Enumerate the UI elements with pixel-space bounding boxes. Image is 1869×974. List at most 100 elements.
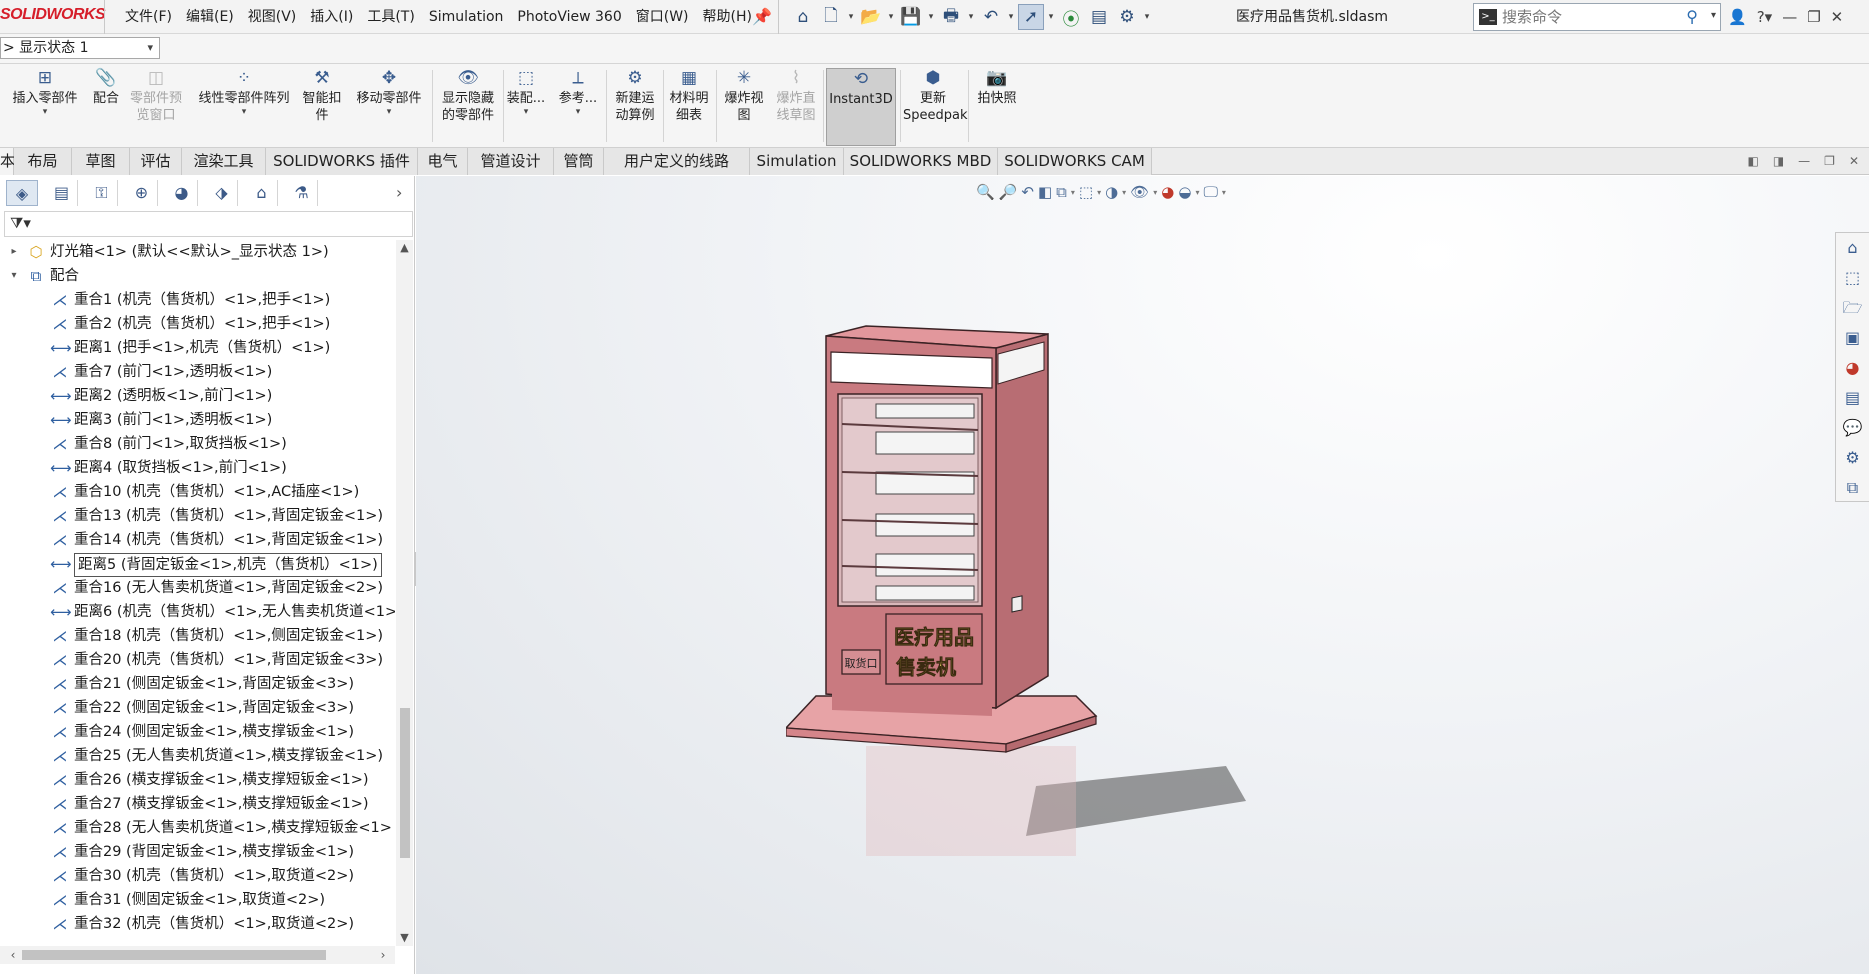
solidworks-logo[interactable]: SOLIDWORKS <box>0 6 106 28</box>
chevron-down-icon[interactable]: ▾ <box>1046 12 1056 22</box>
edit-appearance-icon[interactable]: ◕ <box>1161 183 1174 201</box>
chevron-down-icon[interactable]: ▾ <box>556 107 600 117</box>
dimxpert-tab-icon[interactable]: ⊕ <box>126 180 158 206</box>
update-speedpak-button[interactable]: ⬢ 更新Speedpak <box>902 68 968 146</box>
section-view-icon[interactable]: ◧ <box>1038 183 1052 201</box>
scroll-thumb[interactable] <box>400 708 410 858</box>
chevron-down-icon[interactable]: ▾ <box>1222 188 1226 197</box>
mate-button[interactable]: 📎 配合 <box>86 68 126 146</box>
tab-solidworks-cam[interactable]: SOLIDWORKS CAM <box>998 148 1152 175</box>
search-icon[interactable]: ⚲ <box>1686 7 1698 26</box>
restore-icon[interactable]: ❐ <box>1824 154 1835 168</box>
tab-solidworks-mbd[interactable]: SOLIDWORKS MBD <box>844 148 998 175</box>
chevron-down-icon[interactable]: ▾ <box>1195 188 1199 197</box>
chevron-down-icon[interactable]: ▾ <box>1711 10 1716 21</box>
expand-arrow-icon[interactable]: ▸ <box>8 240 20 264</box>
open-folder-icon[interactable]: 📂 <box>858 4 884 30</box>
chevron-down-icon[interactable]: ▾ <box>846 12 856 22</box>
tab-user-defined-routing[interactable]: 用户定义的线路 <box>604 148 750 175</box>
save-icon[interactable]: 💾 <box>898 4 924 30</box>
component-preview-button[interactable]: ◫ 零部件预览窗口 <box>126 68 186 146</box>
file-properties-icon[interactable]: ▤ <box>1086 4 1112 30</box>
move-component-button[interactable]: ✥ 移动零部件 ▾ <box>350 68 428 146</box>
exploded-view-button[interactable]: ✳ 爆炸视图 <box>720 68 768 146</box>
file-explorer-icon[interactable]: 🗁 <box>1836 293 1869 323</box>
menu-file[interactable]: 文件(F) <box>118 0 179 34</box>
chevron-down-icon[interactable]: ▾ <box>1122 188 1126 197</box>
tab-layout[interactable]: 布局 <box>14 148 72 175</box>
configuration-manager-tab-icon[interactable]: ⚿ <box>86 180 118 206</box>
chevron-down-icon[interactable]: ▾ <box>1097 188 1101 197</box>
filter-icon[interactable]: ⧩▾ <box>10 214 31 232</box>
cam-tools-tab-icon[interactable]: ⚗ <box>286 180 318 206</box>
new-document-icon[interactable]: 🗋 <box>818 4 844 30</box>
display-manager-tab-icon[interactable]: ◕ <box>166 180 198 206</box>
chevron-down-icon[interactable]: ▾ <box>147 38 153 58</box>
property-manager-tab-icon[interactable]: ▤ <box>46 180 78 206</box>
tile-right-icon[interactable]: ◨ <box>1773 154 1784 168</box>
tab-piping[interactable]: 管道设计 <box>468 148 554 175</box>
feature-tree-tab-icon[interactable]: ◈ <box>6 180 38 206</box>
assembly-features-button[interactable]: ⬚ 装配... ▾ <box>506 68 546 146</box>
zoom-to-fit-icon[interactable]: 🔍 <box>976 183 995 201</box>
help-icon[interactable]: ?▾ <box>1757 8 1773 26</box>
chevron-right-icon[interactable]: › <box>396 180 402 206</box>
reference-geometry-button[interactable]: ⟂ 参考... ▾ <box>556 68 600 146</box>
chevron-down-icon[interactable]: ▾ <box>1071 188 1075 197</box>
add-ins-icon[interactable]: ⧉ <box>1836 473 1869 503</box>
tree-horizontal-scrollbar[interactable]: ‹ › <box>0 946 395 964</box>
snapshot-button[interactable]: 📷 拍快照 <box>972 68 1022 146</box>
chevron-down-icon[interactable]: ▾ <box>1153 188 1157 197</box>
tab-simulation[interactable]: Simulation <box>750 148 844 175</box>
apply-scene-icon[interactable]: ◒ <box>1178 183 1191 201</box>
close-icon[interactable]: ✕ <box>1831 8 1844 26</box>
custom-properties-icon[interactable]: ▤ <box>1836 383 1869 413</box>
menu-help[interactable]: 帮助(H) <box>696 0 759 34</box>
home-icon[interactable]: ⌂ <box>790 4 816 30</box>
search-input[interactable] <box>1502 7 1682 27</box>
chevron-down-icon[interactable]: ▾ <box>506 107 546 117</box>
design-library-icon[interactable]: ⬚ <box>1836 263 1869 293</box>
tab-assembly[interactable]: 本 <box>0 148 15 175</box>
bom-button[interactable]: ▦ 材料明细表 <box>666 68 712 146</box>
print-icon[interactable]: 🖶 <box>938 4 964 30</box>
scroll-right-icon[interactable]: › <box>374 946 392 964</box>
cam-icon[interactable]: ⚙ <box>1836 443 1869 473</box>
chevron-down-icon[interactable]: ▾ <box>6 107 84 117</box>
command-prompt-icon[interactable]: >_ <box>1479 9 1497 25</box>
chevron-down-icon[interactable]: ▾ <box>926 12 936 22</box>
instant3d-button[interactable]: ⟲ Instant3D <box>826 68 896 146</box>
scroll-thumb[interactable] <box>22 950 326 960</box>
previous-view-icon[interactable]: ↶ <box>1021 183 1034 201</box>
dynamic-annotation-icon[interactable]: ⧉ <box>1056 183 1067 201</box>
vending-machine-model[interactable]: 医疗用品 售卖机 取货口 <box>786 296 1246 856</box>
minimize-icon[interactable]: — <box>1782 8 1797 26</box>
chevron-down-icon[interactable]: ▾ <box>1006 12 1016 22</box>
close-icon[interactable]: ✕ <box>1849 154 1859 168</box>
view-settings-icon[interactable]: 🖵 <box>1203 183 1217 201</box>
undo-icon[interactable]: ↶ <box>978 4 1004 30</box>
options-gear-icon[interactable]: ⚙ <box>1114 4 1140 30</box>
forum-icon[interactable]: 💬 <box>1836 413 1869 443</box>
appearances-scenes-icon[interactable]: ◕ <box>1836 353 1869 383</box>
display-state-select[interactable]: > 显示状态 1 ▾ <box>0 37 160 59</box>
chevron-down-icon[interactable]: ▾ <box>966 12 976 22</box>
cam-feature-tree-tab-icon[interactable]: ⬗ <box>206 180 238 206</box>
tree-filter[interactable]: ⧩▾ <box>4 211 413 237</box>
tree-vertical-scrollbar[interactable]: ▲ ▼ <box>396 240 413 946</box>
pin-icon[interactable]: 📌 <box>752 7 772 26</box>
menu-photoview[interactable]: PhotoView 360 <box>510 0 628 34</box>
rebuild-traffic-light-icon[interactable]: ⦿ <box>1058 4 1084 30</box>
minimize-icon[interactable]: — <box>1798 154 1810 168</box>
tab-tubing[interactable]: 管筒 <box>554 148 604 175</box>
tab-render-tools[interactable]: 渲染工具 <box>182 148 266 175</box>
select-cursor-icon[interactable]: ➚ <box>1018 4 1044 30</box>
menu-simulation[interactable]: Simulation <box>422 0 511 34</box>
tab-sketch[interactable]: 草图 <box>72 148 130 175</box>
tile-left-icon[interactable]: ◧ <box>1747 154 1758 168</box>
show-hidden-components-button[interactable]: 👁 显示隐藏的零部件 <box>436 68 500 146</box>
menu-view[interactable]: 视图(V) <box>241 0 304 34</box>
tab-evaluate[interactable]: 评估 <box>130 148 182 175</box>
tab-solidworks-addins[interactable]: SOLIDWORKS 插件 <box>266 148 418 175</box>
explode-line-sketch-button[interactable]: ⌇ 爆炸直线草图 <box>772 68 820 146</box>
